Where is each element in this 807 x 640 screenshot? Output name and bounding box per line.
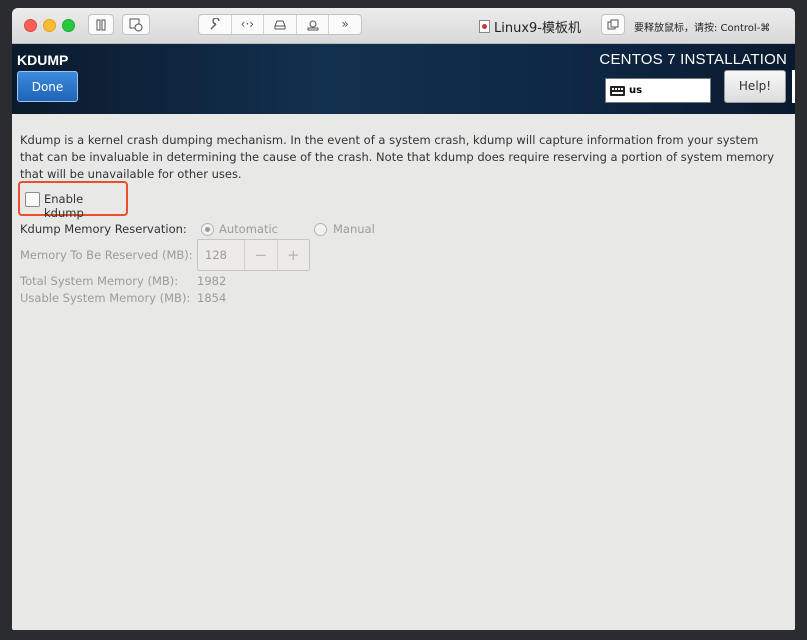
manual-radio[interactable] bbox=[314, 223, 327, 236]
automatic-label[interactable]: Automatic bbox=[219, 222, 278, 236]
enable-kdump-highlight: Enable kdump bbox=[18, 181, 128, 220]
settings-wrench-icon[interactable] bbox=[199, 15, 232, 34]
minimize-window-button[interactable] bbox=[43, 19, 56, 32]
reserved-memory-spinner: 128 − + bbox=[197, 239, 310, 271]
total-memory-label: Total System Memory (MB): bbox=[20, 274, 179, 288]
vm-toolbar: ‹·› » Linux9-模板机 要释放鼠标，请按: Control-⌘ bbox=[12, 8, 795, 44]
camera-icon[interactable] bbox=[297, 15, 330, 34]
more-chevron-icon[interactable]: » bbox=[329, 15, 361, 34]
snapshot-icon[interactable] bbox=[122, 14, 150, 35]
reserved-memory-label: Memory To Be Reserved (MB): bbox=[20, 248, 193, 262]
close-window-button[interactable] bbox=[24, 19, 37, 32]
increment-button[interactable]: + bbox=[278, 240, 310, 270]
pause-icon[interactable] bbox=[88, 14, 114, 35]
header-edge bbox=[792, 70, 795, 103]
fullscreen-icon[interactable] bbox=[601, 14, 625, 35]
window-title-text: Linux9-模板机 bbox=[494, 21, 581, 36]
automatic-radio[interactable] bbox=[201, 223, 214, 236]
total-memory-value: 1982 bbox=[197, 274, 227, 288]
done-button[interactable]: Done bbox=[17, 71, 78, 102]
enable-kdump-checkbox[interactable] bbox=[25, 192, 40, 207]
window-title: Linux9-模板机 bbox=[479, 17, 581, 36]
usable-memory-value: 1854 bbox=[197, 291, 227, 305]
anaconda-header: KDUMP Done CENTOS 7 INSTALLATION us Help… bbox=[12, 44, 795, 114]
usable-memory-label: Usable System Memory (MB): bbox=[20, 291, 191, 305]
vm-window: ‹·› » Linux9-模板机 要释放鼠标，请按: Control-⌘ KDU… bbox=[12, 8, 795, 630]
release-mouse-hint: 要释放鼠标，请按: Control-⌘ bbox=[634, 23, 771, 34]
disk-icon[interactable] bbox=[264, 15, 297, 34]
help-button[interactable]: Help! bbox=[724, 70, 786, 103]
reserved-memory-input[interactable]: 128 bbox=[198, 240, 245, 270]
page-title: KDUMP bbox=[17, 52, 69, 68]
zoom-window-button[interactable] bbox=[62, 19, 75, 32]
keyboard-layout-indicator[interactable]: us bbox=[605, 78, 711, 103]
manual-label[interactable]: Manual bbox=[333, 222, 375, 236]
kdump-content: Kdump is a kernel crash dumping mechanis… bbox=[12, 114, 795, 630]
network-arrows-icon[interactable]: ‹·› bbox=[232, 15, 265, 34]
decrement-button[interactable]: − bbox=[245, 240, 278, 270]
installation-title: CENTOS 7 INSTALLATION bbox=[599, 51, 787, 68]
enable-kdump-label[interactable]: Enable kdump bbox=[44, 192, 126, 220]
reservation-label: Kdump Memory Reservation: bbox=[20, 222, 187, 236]
keyboard-icon bbox=[610, 85, 625, 96]
keyboard-layout-label: us bbox=[629, 85, 643, 96]
kdump-description: Kdump is a kernel crash dumping mechanis… bbox=[20, 133, 775, 181]
vm-document-icon bbox=[479, 20, 490, 33]
vm-controls-group: ‹·› » bbox=[198, 14, 362, 35]
